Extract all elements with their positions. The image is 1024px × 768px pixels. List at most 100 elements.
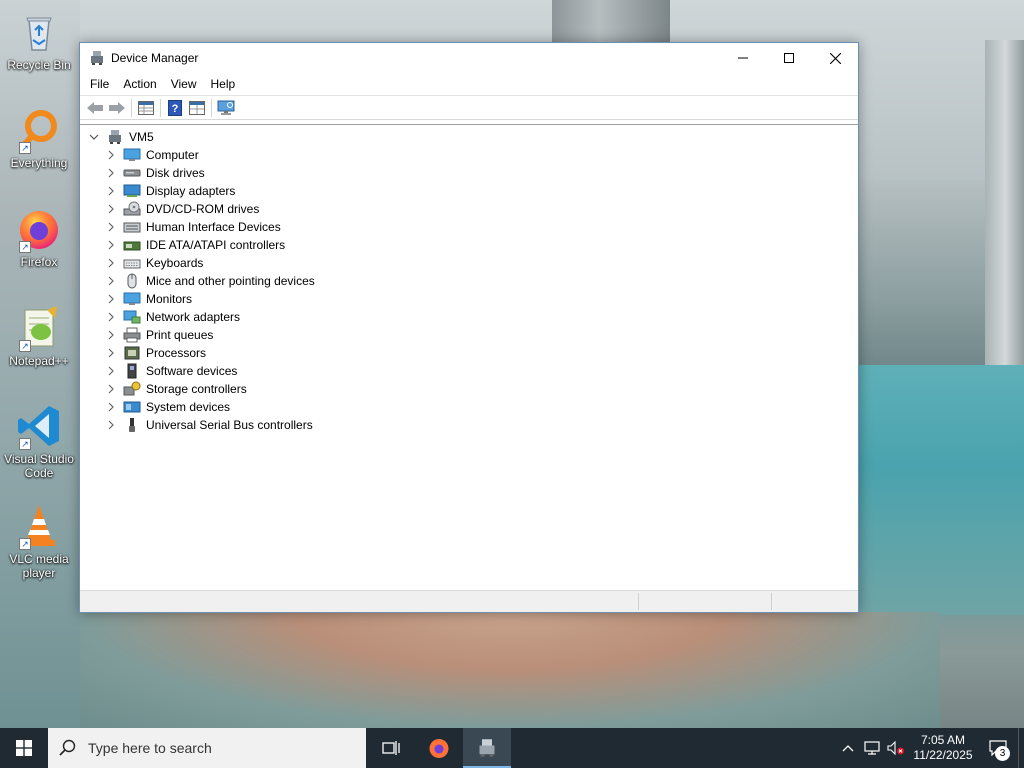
menu-view[interactable]: View <box>164 77 204 91</box>
tree-category-ide-ata-atapi-controllers[interactable]: IDE ATA/ATAPI controllers <box>105 236 285 254</box>
chevron-right-icon[interactable] <box>105 347 117 359</box>
system-devices-icon <box>123 399 141 415</box>
network-button[interactable] <box>860 728 884 768</box>
action-center-button[interactable]: 3 <box>978 728 1018 768</box>
monitor-icon <box>123 291 141 307</box>
forward-button[interactable] <box>106 97 128 119</box>
chevron-right-icon[interactable] <box>105 419 117 431</box>
tree-category-human-interface-devices[interactable]: Human Interface Devices <box>105 218 281 236</box>
menu-file[interactable]: File <box>83 77 116 91</box>
tree-category-system-devices[interactable]: System devices <box>105 398 230 416</box>
chevron-right-icon[interactable] <box>105 203 117 215</box>
chevron-down-icon[interactable] <box>88 131 100 143</box>
wallpaper-pool <box>858 365 1024 615</box>
device-tree: VM5 Computer Disk drives Display adapters D… <box>80 124 858 590</box>
tree-root-node[interactable]: VM5 <box>88 128 154 146</box>
search-placeholder: Type here to search <box>88 740 212 756</box>
tree-category-label: Network adapters <box>146 310 241 324</box>
start-button[interactable] <box>0 728 48 768</box>
tree-category-label: Disk drives <box>146 166 205 180</box>
chevron-right-icon[interactable] <box>105 257 117 269</box>
wallpaper-tower-right <box>985 40 1024 370</box>
volume-muted-icon <box>887 741 904 755</box>
chevron-right-icon[interactable] <box>105 185 117 197</box>
menu-bar: File Action View Help <box>80 73 858 95</box>
chevron-right-icon[interactable] <box>105 275 117 287</box>
show-desktop-button[interactable] <box>1018 728 1024 768</box>
chevron-right-icon[interactable] <box>105 365 117 377</box>
computer-icon <box>123 147 141 163</box>
tree-category-processors[interactable]: Processors <box>105 344 206 362</box>
show-hidden-icons-button[interactable] <box>836 728 860 768</box>
chevron-right-icon[interactable] <box>105 383 117 395</box>
desktop-icon-firefox[interactable]: ↗ Firefox <box>4 205 74 269</box>
desktop-icon-everything[interactable]: ↗ Everything <box>4 106 74 170</box>
tree-category-dvd-cd-rom-drives[interactable]: DVD/CD-ROM drives <box>105 200 259 218</box>
desktop-icon-recycle-bin[interactable]: Recycle Bin <box>4 8 74 72</box>
desktop-icon-label: VLC media player <box>9 552 69 580</box>
clock-time: 7:05 AM <box>920 733 966 747</box>
tree-category-monitors[interactable]: Monitors <box>105 290 192 308</box>
desktop-icon-label: Recycle Bin <box>7 58 71 72</box>
shortcut-arrow-icon: ↗ <box>19 241 31 253</box>
clock[interactable]: 7:05 AM 11/22/2025 <box>908 733 978 763</box>
desktop-icon-label: Notepad++ <box>9 354 69 368</box>
hid-icon <box>123 219 141 235</box>
volume-button[interactable] <box>884 728 908 768</box>
help-button[interactable]: ? <box>164 97 186 119</box>
maximize-button[interactable] <box>766 43 812 73</box>
tree-category-label: Human Interface Devices <box>146 220 281 234</box>
desktop-icon-notepad-plus-plus[interactable]: ↗ Notepad++ <box>4 304 74 368</box>
tree-category-display-adapters[interactable]: Display adapters <box>105 182 235 200</box>
desktop-icon-label: Firefox <box>20 255 58 269</box>
chevron-right-icon[interactable] <box>105 401 117 413</box>
tree-category-label: Computer <box>146 148 199 162</box>
task-view-icon <box>382 741 400 755</box>
storage-controller-icon <box>123 381 141 397</box>
tree-category-universal-serial-bus-controllers[interactable]: Universal Serial Bus controllers <box>105 416 313 434</box>
processor-icon <box>123 345 141 361</box>
shortcut-arrow-icon: ↗ <box>19 142 31 154</box>
task-view-button[interactable] <box>367 728 415 768</box>
menu-help[interactable]: Help <box>204 77 243 91</box>
svg-text:?: ? <box>172 103 179 115</box>
title-bar[interactable]: Device Manager <box>80 43 858 73</box>
help-icon: ? <box>168 99 182 116</box>
close-button[interactable] <box>812 43 858 73</box>
notification-count-badge: 3 <box>995 746 1010 761</box>
vlc-icon: ↗ <box>15 502 63 550</box>
chevron-right-icon[interactable] <box>105 239 117 251</box>
device-manager-window: Device Manager File Action View Help ? V… <box>79 42 859 613</box>
chevron-right-icon[interactable] <box>105 167 117 179</box>
chevron-right-icon[interactable] <box>105 149 117 161</box>
chevron-right-icon[interactable] <box>105 221 117 233</box>
ide-controller-icon <box>123 237 141 253</box>
taskbar-device-manager[interactable] <box>463 728 511 768</box>
tree-category-network-adapters[interactable]: Network adapters <box>105 308 240 326</box>
keyboard-icon <box>123 255 141 271</box>
tree-category-print-queues[interactable]: Print queues <box>105 326 213 344</box>
scan-hardware-button[interactable] <box>215 97 237 119</box>
tree-category-computer[interactable]: Computer <box>105 146 199 164</box>
tree-category-keyboards[interactable]: Keyboards <box>105 254 203 272</box>
back-button[interactable] <box>84 97 106 119</box>
taskbar-firefox[interactable] <box>415 728 463 768</box>
minimize-button[interactable] <box>720 43 766 73</box>
chevron-right-icon[interactable] <box>105 311 117 323</box>
properties-button[interactable] <box>135 97 157 119</box>
tree-category-software-devices[interactable]: Software devices <box>105 362 237 380</box>
tree-category-storage-controllers[interactable]: Storage controllers <box>105 380 247 398</box>
tree-category-disk-drives[interactable]: Disk drives <box>105 164 205 182</box>
chevron-up-icon <box>842 745 854 752</box>
desktop-icon-vscode[interactable]: ↗ Visual Studio Code <box>4 402 74 480</box>
desktop-icon-vlc[interactable]: ↗ VLC media player <box>4 502 74 580</box>
close-icon <box>829 52 841 64</box>
chevron-right-icon[interactable] <box>105 329 117 341</box>
window-title: Device Manager <box>111 51 199 65</box>
taskbar-search-box[interactable]: Type here to search <box>48 728 366 768</box>
forward-arrow-icon <box>109 101 125 114</box>
menu-action[interactable]: Action <box>116 77 163 91</box>
show-hidden-button[interactable] <box>186 97 208 119</box>
tree-category-mice-and-other-pointing-devices[interactable]: Mice and other pointing devices <box>105 272 315 290</box>
chevron-right-icon[interactable] <box>105 293 117 305</box>
